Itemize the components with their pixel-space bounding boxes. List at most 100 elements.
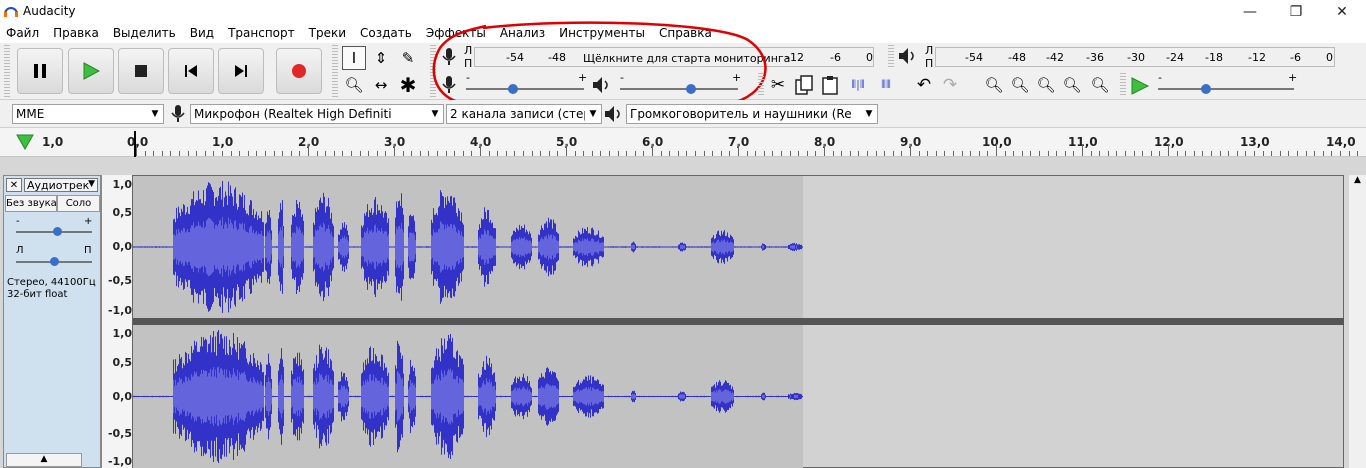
- scale-label: -0,5: [107, 427, 132, 440]
- play-head-icon[interactable]: [16, 134, 34, 150]
- copy-icon[interactable]: [792, 73, 816, 97]
- undo-icon[interactable]: ↶: [912, 73, 936, 97]
- ruler-tick: [1082, 144, 1083, 156]
- toolbar-grip[interactable]: [4, 45, 10, 97]
- speaker-icon[interactable]: [898, 47, 918, 65]
- scroll-up-icon[interactable]: ▲: [1349, 175, 1366, 185]
- play-scale-tick: -12: [1248, 51, 1266, 64]
- playback-device-select[interactable]: Громкоговоритель и наушники (Re ▼: [626, 104, 878, 124]
- zoom-toggle-icon[interactable]: 🔍︎: [1088, 73, 1112, 97]
- track-name-menu[interactable]: Аудиотрек ▼: [24, 178, 98, 192]
- zoom-tool-icon[interactable]: 🔍︎: [342, 73, 366, 97]
- stop-button[interactable]: [118, 48, 164, 94]
- toolbar-grip[interactable]: [332, 45, 338, 97]
- toolbar-grip[interactable]: [758, 73, 764, 97]
- menu-select[interactable]: Выделить: [113, 26, 176, 40]
- ruler-tick: [514, 151, 515, 156]
- ruler-tick: [884, 151, 885, 156]
- ruler-tick: [368, 151, 369, 156]
- skip-to-end-button[interactable]: [218, 48, 264, 94]
- play-scale-tick: -36: [1086, 51, 1104, 64]
- menu-tracks[interactable]: Треки: [309, 26, 346, 40]
- minimize-button[interactable]: —: [1227, 0, 1273, 23]
- draw-tool-icon[interactable]: ✎: [396, 46, 420, 70]
- toolbar-grip[interactable]: [1120, 73, 1126, 97]
- fit-selection-icon[interactable]: 🔍︎: [1034, 73, 1058, 97]
- mute-button[interactable]: Без звука: [5, 195, 57, 212]
- ruler-tick: [342, 151, 343, 156]
- gain-slider[interactable]: [16, 227, 92, 236]
- play-at-speed-icon[interactable]: [1130, 77, 1150, 95]
- vertical-scrollbar[interactable]: ▲: [1349, 175, 1366, 468]
- ruler-tick: [274, 151, 275, 156]
- ruler-tick: [299, 151, 300, 156]
- envelope-tool-icon[interactable]: ⇕: [369, 46, 393, 70]
- ruler-tick: [420, 151, 421, 156]
- timeline-ruler[interactable]: 1,0 0,0 1,0 2,0 3,0 4,0 5,0 6,0 7,0 8,0 …: [0, 128, 1366, 157]
- ruler-tick: [1263, 151, 1264, 156]
- scale-label: -1,0: [107, 455, 132, 468]
- waveform-channel-left[interactable]: [133, 176, 803, 318]
- multi-tool-icon[interactable]: ✱: [396, 73, 420, 97]
- ruler-tick: [1039, 151, 1040, 156]
- ruler-tick: [1306, 151, 1307, 156]
- menu-file[interactable]: Файл: [6, 26, 39, 40]
- ruler-tick: [729, 151, 730, 156]
- chevron-down-icon: ▼: [147, 105, 163, 123]
- ruler-tick: [471, 151, 472, 156]
- pan-knob[interactable]: [49, 257, 59, 266]
- time-shift-tool-icon[interactable]: ↔: [369, 73, 393, 97]
- toolbar-grip[interactable]: [888, 45, 894, 69]
- menu-edit[interactable]: Правка: [53, 26, 99, 40]
- silence-audio-icon[interactable]: ⦀⦀: [874, 73, 898, 97]
- ruler-tick: [1142, 151, 1143, 156]
- selection-tool-icon[interactable]: I: [342, 46, 366, 70]
- gain-plus-label: +: [84, 216, 93, 227]
- ruler-tick: [566, 144, 567, 156]
- track-control-panel[interactable]: ✕ Аудиотрек ▼ Без звука Соло - + Л П Стер…: [3, 175, 101, 468]
- audio-host-select[interactable]: MME ▼: [12, 104, 164, 124]
- ruler-tick: [747, 151, 748, 156]
- recording-channels-select[interactable]: 2 канала записи (стерес ▼: [446, 104, 602, 124]
- redo-icon[interactable]: ↷: [938, 73, 962, 97]
- collapse-track-button[interactable]: ▲: [6, 453, 82, 467]
- zoom-out-icon[interactable]: 🔍︎: [1008, 73, 1032, 97]
- ruler-tick: [325, 151, 326, 156]
- solo-button[interactable]: Соло: [57, 195, 100, 212]
- menu-generate[interactable]: Создать: [360, 26, 412, 40]
- playback-speed-knob[interactable]: [1200, 84, 1211, 94]
- chevron-down-icon: ▼: [585, 105, 601, 123]
- waveform-channel-right[interactable]: [133, 325, 803, 468]
- gain-knob[interactable]: [53, 227, 63, 236]
- record-button[interactable]: [276, 48, 322, 94]
- recording-device-select[interactable]: Микрофон (Realtek High Definiti ▼: [190, 104, 444, 124]
- menu-view[interactable]: Вид: [190, 26, 214, 40]
- ruler-tick: [979, 151, 980, 156]
- pause-button[interactable]: [17, 48, 63, 94]
- maximize-button[interactable]: ❐: [1273, 0, 1319, 23]
- pan-slider[interactable]: [16, 257, 92, 266]
- ruler-tick: [1151, 151, 1152, 156]
- ruler-tick: [618, 151, 619, 156]
- playback-device-value: Громкоговоритель и наушники (Re: [630, 107, 852, 121]
- play-button[interactable]: [68, 48, 114, 94]
- fit-project-icon[interactable]: 🔍︎: [1060, 73, 1084, 97]
- zoom-in-icon[interactable]: 🔍︎: [982, 73, 1006, 97]
- skip-end-icon: [235, 65, 247, 77]
- ruler-tick: [910, 144, 911, 156]
- close-track-icon[interactable]: ✕: [6, 178, 22, 192]
- ruler-tick: [291, 151, 292, 156]
- ruler-tick: [1005, 151, 1006, 156]
- menu-transport[interactable]: Транспорт: [228, 26, 295, 40]
- play-meter-right-label: П: [925, 57, 934, 70]
- cut-icon[interactable]: ✂: [766, 73, 790, 97]
- skip-to-start-button[interactable]: [168, 48, 214, 94]
- close-button[interactable]: ✕: [1319, 0, 1365, 23]
- paste-icon[interactable]: [818, 73, 842, 97]
- playback-speed-slider[interactable]: [1158, 84, 1294, 94]
- ruler-tick: [841, 151, 842, 156]
- trim-audio-icon[interactable]: ⦀|⦀: [846, 73, 870, 97]
- ruler-label: 14,0: [1326, 135, 1356, 149]
- scale-label: 0,5: [112, 356, 133, 369]
- track-format-info: Стерео, 44100Гц: [7, 277, 96, 288]
